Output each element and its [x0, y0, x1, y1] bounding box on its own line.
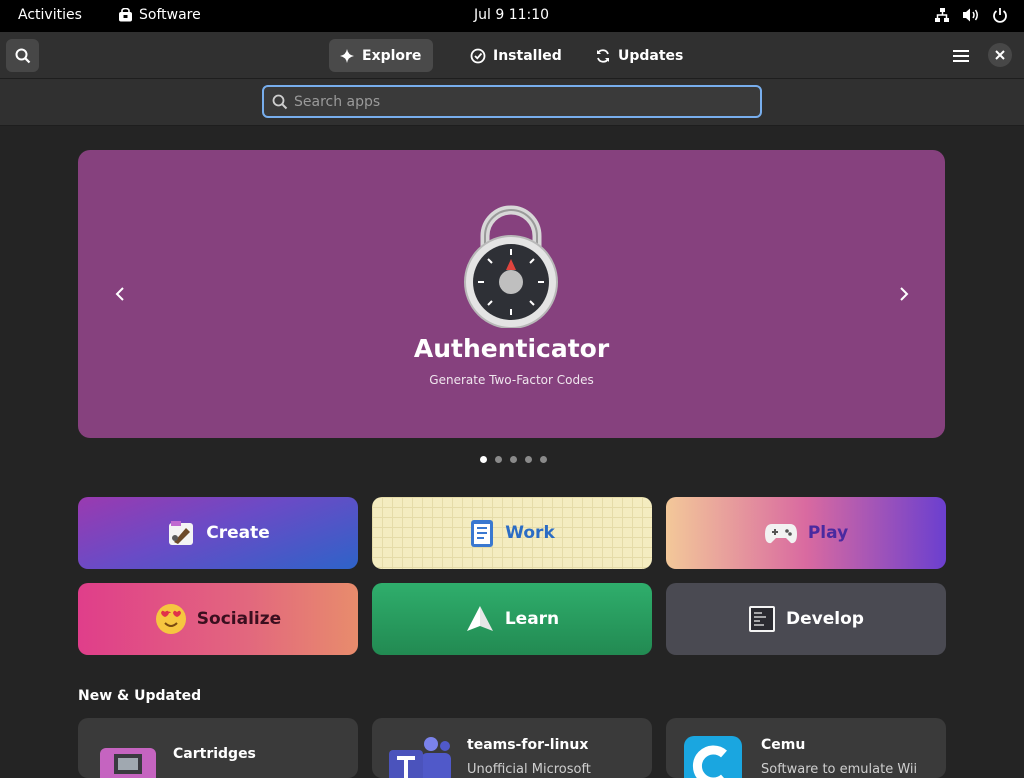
clock[interactable]: Jul 9 11:10 [474, 7, 549, 23]
category-learn[interactable]: Learn [372, 583, 652, 655]
app-description-cemu: Software to emulate Wii [761, 762, 918, 777]
app-description-teams-for-linux: Unofficial Microsoft [467, 762, 591, 777]
search-icon [272, 94, 288, 109]
carousel-next-button[interactable] [888, 278, 920, 310]
category-work-label: Work [505, 523, 555, 543]
carousel-dot-2[interactable] [495, 456, 502, 463]
app-card-cemu[interactable]: Cemu Software to emulate Wii [666, 718, 946, 778]
gamepad-icon [764, 524, 797, 544]
app-name-label: Software [139, 7, 201, 23]
window-close-button[interactable] [988, 43, 1012, 67]
tab-installed[interactable]: Installed [460, 39, 574, 72]
power-icon [993, 8, 1007, 23]
cartridges-app-icon [100, 748, 156, 778]
featured-carousel[interactable]: Authenticator Generate Two-Factor Codes [78, 150, 945, 438]
carousel-dot-1[interactable] [480, 456, 487, 463]
paper-plane-icon [466, 606, 493, 631]
app-card-teams-for-linux[interactable]: teams-for-linux Unofficial Microsoft [372, 718, 652, 778]
category-play[interactable]: Play [666, 497, 946, 569]
refresh-icon [597, 48, 609, 63]
chevron-left-icon [115, 287, 124, 301]
category-learn-label: Learn [504, 609, 560, 629]
category-play-label: Play [807, 523, 849, 543]
system-tray[interactable] [934, 7, 1008, 23]
carousel-dot-4[interactable] [525, 456, 532, 463]
tab-updates[interactable]: Updates [585, 39, 695, 72]
search-entry[interactable] [262, 85, 762, 118]
tab-explore[interactable]: Explore [329, 39, 434, 72]
teams-app-icon [389, 737, 451, 778]
carousel-page-indicator [480, 456, 547, 463]
search-toggle-button[interactable] [6, 39, 39, 72]
category-socialize-label: Socialize [196, 609, 282, 629]
tab-explore-label: Explore [362, 47, 422, 64]
carousel-dot-5[interactable] [540, 456, 547, 463]
header-bar: Explore Installed Updates [0, 32, 1024, 79]
chevron-right-icon [900, 287, 909, 301]
create-palette-icon [169, 521, 194, 545]
check-circle-icon [470, 48, 486, 63]
hamburger-menu-icon [952, 49, 969, 62]
category-work[interactable]: Work [372, 497, 652, 569]
authenticator-padlock-icon [464, 205, 558, 328]
network-icon [935, 8, 949, 22]
category-develop-label: Develop [786, 609, 864, 629]
category-create[interactable]: Create [78, 497, 358, 569]
cemu-app-icon [684, 736, 742, 778]
heart-eyes-emoji-icon [155, 604, 186, 634]
code-editor-icon [749, 606, 776, 632]
carousel-dot-3[interactable] [510, 456, 517, 463]
category-develop[interactable]: Develop [666, 583, 946, 655]
search-icon [15, 48, 30, 63]
tab-installed-label: Installed [493, 47, 562, 64]
tab-updates-label: Updates [618, 47, 684, 64]
close-icon [995, 50, 1005, 60]
activities-button[interactable]: Activities [18, 7, 82, 23]
volume-icon [963, 8, 978, 22]
main-menu-button[interactable] [944, 39, 977, 72]
work-clipboard-icon [471, 520, 494, 547]
category-create-label: Create [206, 523, 270, 543]
featured-app-title: Authenticator [413, 334, 610, 363]
system-top-bar: Activities Software Jul 9 11:10 [0, 0, 1024, 32]
app-name-teams-for-linux: teams-for-linux [467, 737, 589, 753]
carousel-previous-button[interactable] [104, 278, 136, 310]
new-updated-heading: New & Updated [78, 688, 202, 704]
category-socialize[interactable]: Socialize [78, 583, 358, 655]
software-bag-icon [119, 8, 132, 22]
featured-app-subtitle: Generate Two-Factor Codes [429, 373, 594, 387]
app-menu-button[interactable]: Software [118, 7, 201, 23]
app-name-cartridges: Cartridges [173, 746, 256, 762]
search-bar [0, 79, 1024, 126]
search-input[interactable] [294, 93, 734, 110]
app-card-cartridges[interactable]: Cartridges [78, 718, 358, 778]
sparkle-icon [340, 48, 354, 63]
app-name-cemu: Cemu [761, 737, 806, 753]
